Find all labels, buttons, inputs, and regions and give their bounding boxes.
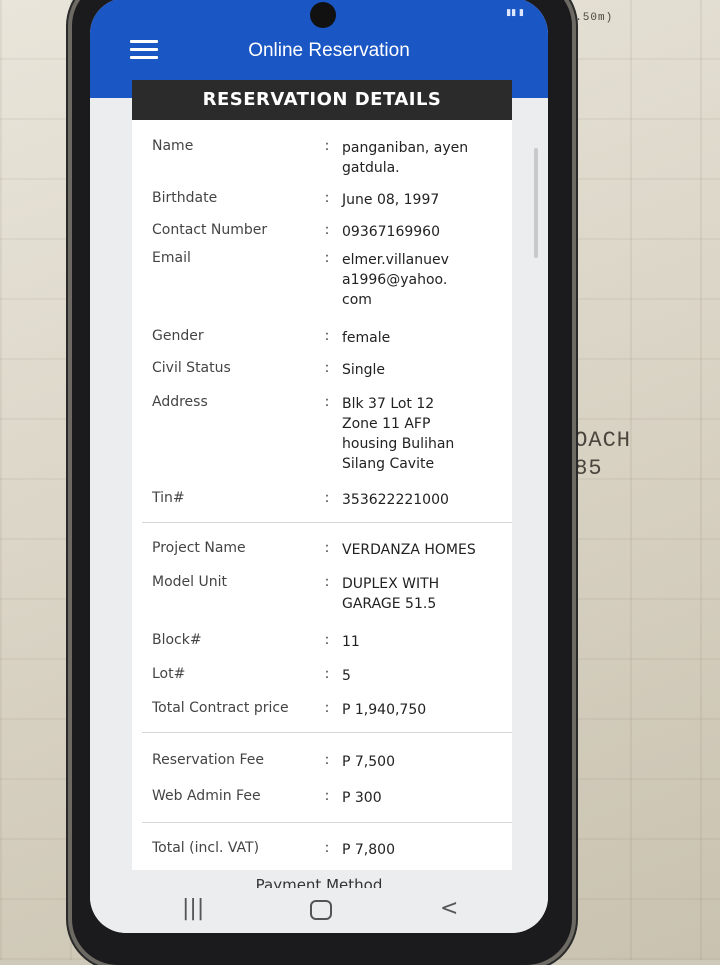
field-value: Single — [342, 362, 386, 378]
camera-cutout — [310, 2, 336, 28]
phone-body: ▮▮ ▮ Online Reservation RESERVATION DETA… — [72, 0, 572, 965]
card-header: RESERVATION DETAILS — [132, 80, 512, 120]
home-button[interactable] — [310, 900, 332, 920]
field-value: P 7,500 — [342, 754, 395, 770]
field-label: Web Admin Fee — [152, 788, 261, 804]
field-label: Model Unit — [152, 574, 227, 590]
field-total-contract-price: Total Contract price : P 1,940,750 — [152, 700, 512, 720]
field-separator: : — [324, 752, 330, 768]
field-value: 09367169960 — [342, 224, 440, 240]
field-separator: : — [324, 700, 330, 716]
field-value: 353622221000 — [342, 492, 449, 508]
field-label: Tin# — [152, 490, 185, 506]
field-separator: : — [324, 328, 330, 344]
field-email: Email : elmer.villanueva1996@yahoo.com — [152, 250, 512, 310]
field-separator: : — [324, 788, 330, 804]
section-divider — [142, 822, 512, 823]
back-button[interactable]: < — [440, 896, 458, 921]
field-separator: : — [324, 540, 330, 556]
field-separator: : — [324, 840, 330, 856]
field-value: P 7,800 — [342, 842, 395, 858]
field-label: Email — [152, 250, 191, 266]
scrollbar[interactable] — [534, 148, 538, 258]
field-birthdate: Birthdate : June 08, 1997 — [152, 190, 512, 210]
field-label: Civil Status — [152, 360, 231, 376]
field-separator: : — [324, 394, 330, 410]
field-address: Address : Blk 37 Lot 12 Zone 11 AFP hous… — [152, 394, 512, 474]
phone-screen: ▮▮ ▮ Online Reservation RESERVATION DETA… — [90, 0, 548, 933]
section-divider — [142, 732, 512, 733]
system-nav-bar: ||| < — [90, 888, 548, 933]
field-label: Lot# — [152, 666, 186, 682]
field-label: Reservation Fee — [152, 752, 265, 768]
field-label: Total Contract price — [152, 700, 289, 716]
recents-button[interactable]: ||| — [182, 896, 204, 921]
field-separator: : — [324, 574, 330, 590]
field-web-admin-fee: Web Admin Fee : P 300 — [152, 788, 512, 808]
field-value: Blk 37 Lot 12 Zone 11 AFP housing Buliha… — [342, 396, 455, 472]
field-label: Birthdate — [152, 190, 218, 206]
field-separator: : — [324, 222, 330, 238]
field-value: elmer.villanueva1996@yahoo.com — [342, 252, 449, 308]
field-value: 5 — [342, 668, 351, 684]
status-bar-icons: ▮▮ ▮ — [506, 8, 524, 18]
field-total: Total (incl. VAT) : P 7,800 — [152, 840, 512, 860]
field-separator: : — [324, 250, 330, 266]
field-project-name: Project Name : VERDANZA HOMES — [152, 540, 512, 560]
field-model-unit: Model Unit : DUPLEX WITH GARAGE 51.5 — [152, 574, 512, 614]
field-value: June 08, 1997 — [342, 192, 440, 208]
field-value: panganiban, ayen gatdula. — [342, 140, 469, 176]
field-civil-status: Civil Status : Single — [152, 360, 512, 380]
field-reservation-fee: Reservation Fee : P 7,500 — [152, 752, 512, 772]
field-value: DUPLEX WITH GARAGE 51.5 — [342, 576, 440, 612]
field-separator: : — [324, 360, 330, 376]
field-separator: : — [324, 490, 330, 506]
field-label: Contact Number — [152, 222, 268, 238]
field-value: VERDANZA HOMES — [342, 542, 476, 558]
field-separator: : — [324, 666, 330, 682]
reservation-card: RESERVATION DETAILS Name : panganiban, a… — [132, 80, 512, 870]
field-contact-number: Contact Number : 09367169960 — [152, 222, 512, 242]
field-value: P 1,940,750 — [342, 702, 427, 718]
field-label: Project Name — [152, 540, 246, 556]
field-tin: Tin# : 353622221000 — [152, 490, 512, 510]
field-label: Gender — [152, 328, 204, 344]
field-gender: Gender : female — [152, 328, 512, 348]
field-separator: : — [324, 138, 330, 154]
field-label: Address — [152, 394, 208, 410]
field-label: Block# — [152, 632, 202, 648]
app-title: Online Reservation — [248, 40, 410, 61]
field-value: P 300 — [342, 790, 382, 806]
field-value: female — [342, 330, 391, 346]
field-lot: Lot# : 5 — [152, 666, 512, 686]
field-label: Name — [152, 138, 194, 154]
field-separator: : — [324, 632, 330, 648]
field-block: Block# : 11 — [152, 632, 512, 652]
field-value: 11 — [342, 634, 360, 650]
field-name: Name : panganiban, ayen gatdula. — [152, 138, 512, 178]
section-divider — [142, 522, 512, 523]
field-label: Total (incl. VAT) — [152, 840, 260, 856]
field-separator: : — [324, 190, 330, 206]
